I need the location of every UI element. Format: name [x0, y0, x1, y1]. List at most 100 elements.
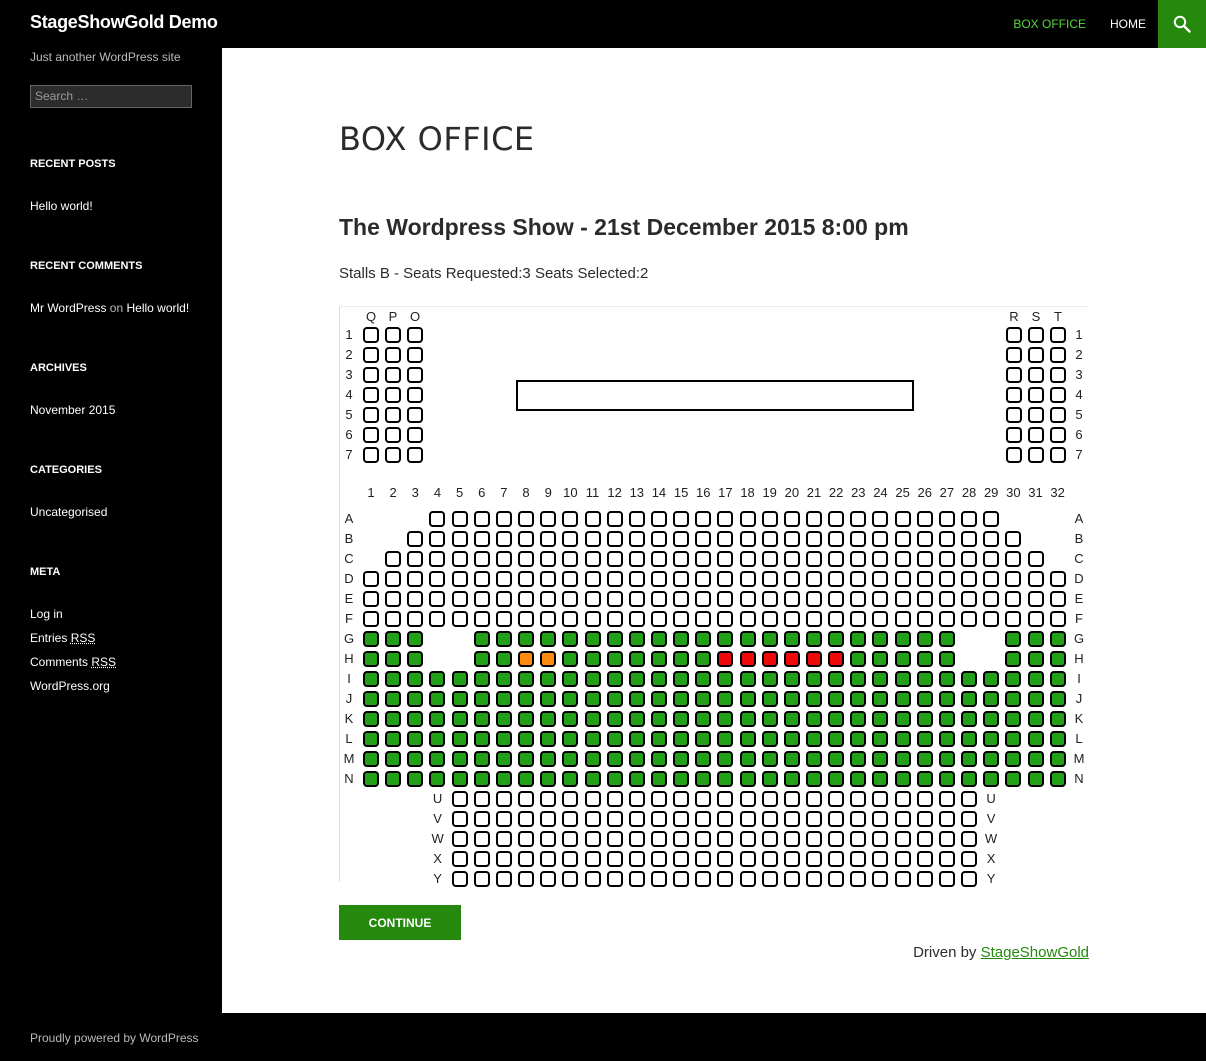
seat[interactable]	[806, 611, 822, 627]
seat[interactable]	[385, 387, 401, 403]
seat[interactable]	[650, 671, 667, 687]
seat[interactable]	[938, 571, 955, 587]
seat[interactable]	[938, 771, 955, 787]
seat[interactable]	[1005, 631, 1022, 647]
seat[interactable]	[562, 511, 579, 527]
seat[interactable]	[1027, 711, 1044, 727]
seat[interactable]	[717, 671, 734, 687]
seat[interactable]	[407, 407, 423, 423]
seat[interactable]	[695, 591, 712, 607]
seat[interactable]	[584, 571, 601, 587]
seat[interactable]	[1027, 691, 1044, 707]
seat[interactable]	[783, 571, 800, 587]
nav-item-box-office[interactable]: BOX OFFICE	[1001, 0, 1098, 48]
seat[interactable]	[872, 551, 889, 567]
seat[interactable]	[584, 851, 601, 867]
seat[interactable]	[540, 571, 557, 587]
seat[interactable]	[673, 651, 690, 667]
seat[interactable]	[540, 531, 557, 547]
seat[interactable]	[562, 771, 579, 787]
seat[interactable]	[606, 511, 623, 527]
seat[interactable]	[916, 811, 933, 827]
seat[interactable]	[584, 751, 601, 767]
seat[interactable]	[695, 711, 712, 727]
seat[interactable]	[407, 611, 424, 627]
seat[interactable]	[1005, 731, 1022, 747]
seat[interactable]	[407, 367, 423, 383]
seat[interactable]	[894, 791, 911, 807]
seat[interactable]	[628, 571, 645, 587]
seat[interactable]	[628, 771, 645, 787]
seat[interactable]	[806, 711, 822, 727]
seat[interactable]	[584, 811, 601, 827]
seat[interactable]	[628, 791, 645, 807]
seat[interactable]	[673, 631, 690, 647]
seat[interactable]	[783, 811, 800, 827]
seat[interactable]	[961, 771, 978, 787]
seat[interactable]	[695, 771, 712, 787]
seat[interactable]	[407, 671, 424, 687]
seat[interactable]	[650, 811, 667, 827]
seat[interactable]	[894, 531, 911, 547]
seat[interactable]	[562, 671, 579, 687]
seat[interactable]	[783, 771, 800, 787]
seat[interactable]	[407, 551, 424, 567]
seat[interactable]	[695, 691, 712, 707]
seat[interactable]	[739, 551, 756, 567]
seat[interactable]	[385, 631, 402, 647]
seat[interactable]	[584, 871, 601, 887]
seat[interactable]	[1006, 427, 1022, 443]
seat[interactable]	[451, 711, 468, 727]
seat[interactable]	[584, 691, 601, 707]
seat[interactable]	[407, 751, 424, 767]
seat[interactable]	[916, 751, 933, 767]
seat[interactable]	[407, 387, 423, 403]
seat[interactable]	[518, 591, 535, 607]
seat[interactable]	[1050, 407, 1066, 423]
seat[interactable]	[938, 871, 955, 887]
seat[interactable]	[584, 511, 601, 527]
seat[interactable]	[451, 591, 468, 607]
seat[interactable]	[495, 611, 512, 627]
seat[interactable]	[894, 571, 911, 587]
seat[interactable]	[1005, 771, 1022, 787]
seat[interactable]	[429, 711, 446, 727]
seat[interactable]	[518, 691, 535, 707]
seat[interactable]	[451, 771, 468, 787]
seat[interactable]	[938, 751, 955, 767]
seat[interactable]	[828, 751, 845, 767]
seat[interactable]	[540, 851, 557, 867]
seat[interactable]	[628, 731, 645, 747]
seat[interactable]	[1006, 367, 1022, 383]
seat[interactable]	[828, 531, 845, 547]
seat[interactable]	[938, 671, 955, 687]
seat[interactable]	[540, 611, 557, 627]
seat[interactable]	[562, 631, 579, 647]
seat[interactable]	[983, 511, 1000, 527]
seat[interactable]	[562, 851, 579, 867]
seat[interactable]	[495, 851, 512, 867]
seat[interactable]	[695, 751, 712, 767]
seat[interactable]	[828, 671, 845, 687]
seat[interactable]	[562, 871, 579, 887]
seat[interactable]	[806, 511, 822, 527]
seat[interactable]	[363, 711, 379, 727]
seat[interactable]	[1028, 367, 1044, 383]
seat[interactable]	[407, 447, 423, 463]
seat[interactable]	[495, 511, 512, 527]
seat[interactable]	[872, 651, 889, 667]
seat[interactable]	[495, 531, 512, 547]
seat[interactable]	[717, 571, 734, 587]
seat[interactable]	[562, 611, 579, 627]
seat[interactable]	[650, 731, 667, 747]
seat[interactable]	[916, 631, 933, 647]
seat[interactable]	[473, 551, 490, 567]
seat[interactable]	[1005, 551, 1022, 567]
seat[interactable]	[850, 791, 867, 807]
seat[interactable]	[717, 511, 734, 527]
seat[interactable]	[385, 611, 402, 627]
seat[interactable]	[385, 651, 402, 667]
seat[interactable]	[783, 691, 800, 707]
seat[interactable]	[872, 611, 889, 627]
seat[interactable]	[717, 611, 734, 627]
